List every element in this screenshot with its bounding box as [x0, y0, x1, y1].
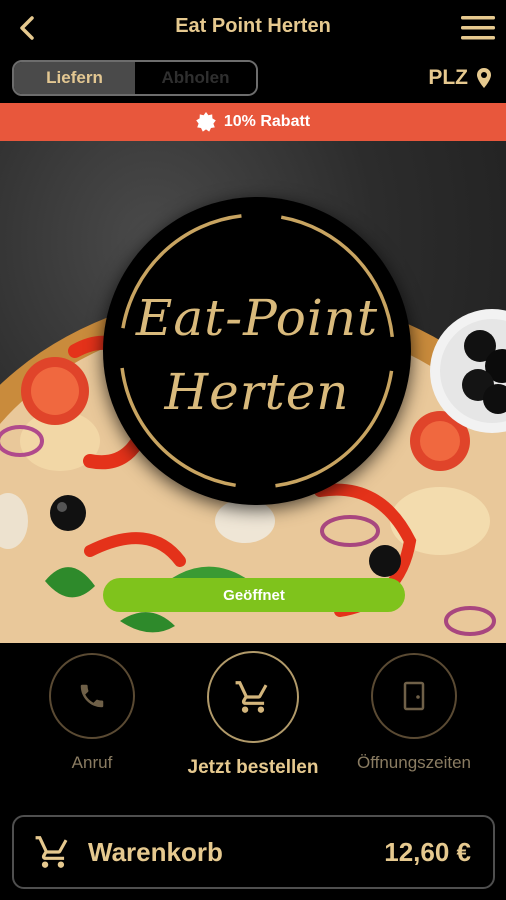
toggle-option-abholen[interactable]: Abholen — [135, 62, 256, 94]
opening-hours-button[interactable]: Öffnungszeiten — [344, 653, 484, 773]
logo-ring — [119, 213, 395, 489]
location-pin-icon — [477, 68, 491, 88]
action-bar: Anruf Jetzt bestellen Öffnungszeiten — [0, 643, 506, 803]
hours-ring — [371, 653, 457, 739]
order-now-label: Jetzt bestellen — [187, 757, 319, 778]
badge-icon — [196, 112, 216, 132]
postcode-button[interactable]: PLZ — [428, 66, 492, 90]
postcode-label: PLZ — [428, 66, 468, 89]
page-title: Eat Point Herten — [175, 15, 331, 37]
delivery-row: Liefern Abholen PLZ — [0, 56, 506, 104]
app-header: Eat Point Herten — [0, 0, 506, 56]
door-icon — [403, 681, 425, 711]
delivery-mode-toggle: Liefern Abholen — [12, 60, 258, 96]
restaurant-logo: Eat-Point Herten — [103, 197, 411, 505]
cart-total: 12,60 € — [384, 837, 471, 867]
call-ring — [49, 653, 135, 739]
open-status-badge: Geöffnet — [103, 578, 405, 612]
toggle-option-liefern[interactable]: Liefern — [14, 62, 135, 94]
logo-text-line2: Herten — [164, 363, 350, 421]
hero-image: Eat-Point Herten Geöffnet — [0, 141, 506, 643]
logo-text-line1: Eat-Point — [135, 289, 379, 347]
opening-hours-label: Öffnungszeiten — [356, 753, 472, 772]
cart-icon — [35, 836, 68, 868]
hamburger-menu-icon — [461, 16, 495, 40]
menu-button[interactable] — [460, 13, 496, 43]
cart-label: Warenkorb — [88, 837, 223, 867]
order-ring — [207, 651, 299, 743]
call-label: Anruf — [71, 753, 113, 772]
discount-text: 10% Rabatt — [223, 113, 311, 130]
cart-button[interactable]: Warenkorb 12,60 € — [12, 815, 495, 889]
phone-icon — [80, 684, 104, 708]
call-button[interactable]: Anruf — [22, 653, 162, 773]
discount-banner: 10% Rabatt — [0, 103, 506, 141]
cart-icon — [235, 681, 268, 713]
order-now-button[interactable]: Jetzt bestellen — [183, 651, 323, 779]
